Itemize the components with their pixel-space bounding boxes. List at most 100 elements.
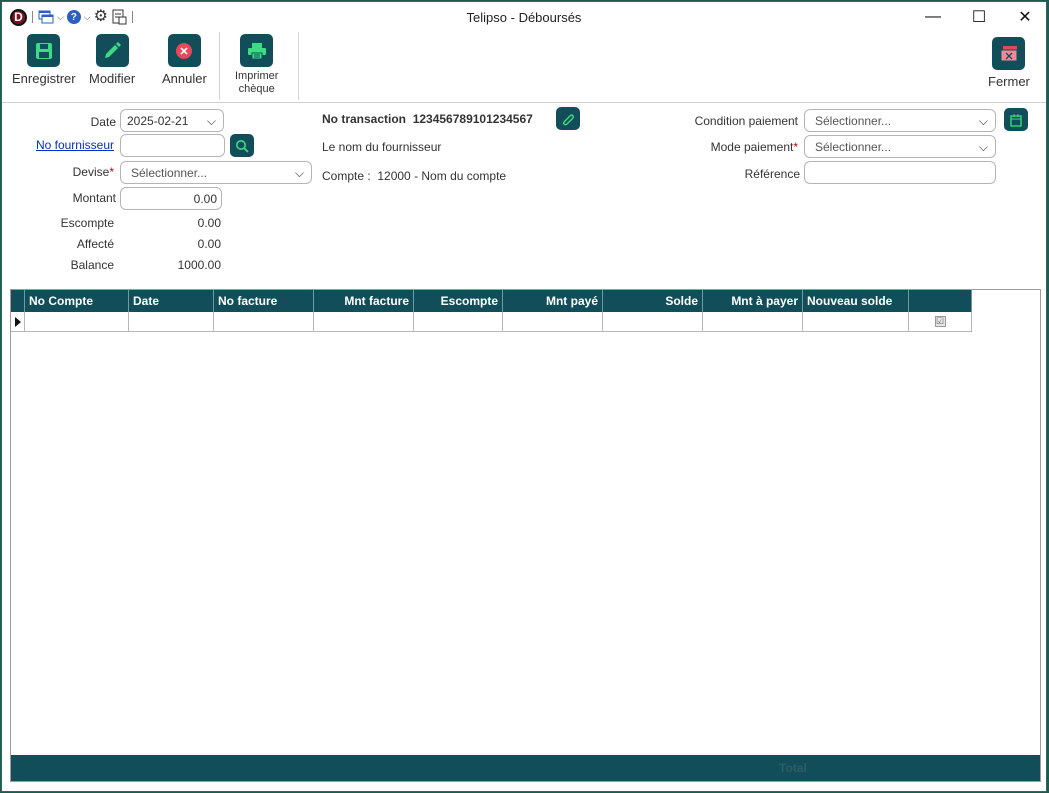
column-header[interactable]: No facture <box>214 290 314 312</box>
payment-terms-button[interactable] <box>1004 108 1028 131</box>
account-label: Compte : <box>322 169 371 183</box>
amount-input[interactable]: 0.00 <box>120 187 222 210</box>
grid-cell[interactable] <box>503 312 603 332</box>
app-window: D ⌵ ? ⌵ ⚙ Telipso - Déboursés — ☐ ✕ Enre… <box>1 1 1047 792</box>
grid-header: No Compte Date No facture Mnt facture Es… <box>11 290 972 312</box>
reference-input[interactable] <box>804 161 996 184</box>
currency-placeholder: Sélectionner... <box>131 166 208 180</box>
save-label: Enregistrer <box>12 71 76 86</box>
grid-cell[interactable] <box>803 312 909 332</box>
paperclip-icon <box>562 113 575 125</box>
applied-label: Affecté <box>76 237 114 251</box>
grid-cell[interactable] <box>314 312 414 332</box>
column-header[interactable]: Mnt facture <box>314 290 414 312</box>
payment-mode-label-text: Mode paiement <box>710 140 794 154</box>
cancel-icon <box>167 34 201 67</box>
grid-cell[interactable] <box>129 312 214 332</box>
reference-label: Référence <box>744 167 800 181</box>
date-picker[interactable]: 2025-02-21 ⌵ <box>120 109 224 132</box>
minimize-button[interactable]: — <box>910 2 956 32</box>
supplier-label[interactable]: No fournisseur <box>22 138 114 152</box>
printer-icon <box>240 34 274 67</box>
balance-label: Balance <box>70 258 114 272</box>
row-indicator-icon <box>11 312 25 332</box>
payment-terms-placeholder: Sélectionner... <box>815 114 892 128</box>
column-header[interactable]: Mnt à payer <box>703 290 803 312</box>
grid-cell[interactable] <box>214 312 314 332</box>
discount-value: 0.00 <box>197 216 221 230</box>
currency-label: Devise* <box>42 165 114 179</box>
payment-mode-placeholder: Sélectionner... <box>815 140 892 154</box>
print-cheque-label-line2: chèque <box>238 83 275 95</box>
ribbon-separator <box>298 32 299 100</box>
chevron-down-icon: ⌵ <box>978 140 988 154</box>
chevron-down-icon: ⌵ <box>978 114 988 128</box>
amount-label: Montant <box>72 191 116 205</box>
attach-button[interactable] <box>556 107 580 130</box>
payment-mode-label: Mode paiement* <box>662 140 798 154</box>
pencil-icon <box>95 34 129 67</box>
currency-label-text: Devise <box>72 165 110 179</box>
column-header[interactable]: Solde <box>603 290 703 312</box>
account-info: Compte : 12000 - Nom du compte <box>322 169 506 183</box>
column-header[interactable]: Mnt payé <box>503 290 603 312</box>
payment-mode-select[interactable]: Sélectionner... ⌵ <box>804 135 996 158</box>
discount-label: Escompte <box>60 216 114 230</box>
grid-cell[interactable] <box>703 312 803 332</box>
date-label: Date <box>90 115 116 129</box>
column-header[interactable]: Escompte <box>414 290 503 312</box>
grid-cell[interactable] <box>603 312 703 332</box>
print-cheque-label-line1: Imprimer <box>235 70 279 82</box>
row-checkbox-cell[interactable]: ☑ <box>909 312 972 332</box>
supplier-name: Le nom du fournisseur <box>322 140 442 154</box>
chevron-down-icon: ⌵ <box>206 114 216 128</box>
edit-button[interactable]: Modifier <box>89 34 135 86</box>
table-row[interactable]: ☑ <box>11 312 972 332</box>
total-label: Total <box>779 761 807 775</box>
cancel-label: Annuler <box>162 71 207 86</box>
chevron-down-icon: ⌵ <box>294 166 304 180</box>
transaction-value: 123456789101234567 <box>412 112 533 126</box>
cancel-button[interactable]: Annuler <box>162 34 207 86</box>
grid-footer: Total <box>11 755 1040 781</box>
edit-label: Modifier <box>89 71 136 86</box>
save-icon <box>27 34 61 67</box>
maximize-button[interactable]: ☐ <box>956 2 1002 32</box>
window-title: Telipso - Déboursés <box>466 10 582 25</box>
account-value: 12000 - Nom du compte <box>377 169 507 183</box>
transaction-label: No transaction <box>322 112 407 126</box>
balance-value: 1000.00 <box>177 258 221 272</box>
column-header[interactable]: Nouveau solde <box>803 290 909 312</box>
supplier-search-button[interactable] <box>230 134 254 157</box>
grid-cell[interactable] <box>414 312 503 332</box>
date-value: 2025-02-21 <box>127 114 189 128</box>
row-checkbox[interactable]: ☑ <box>934 316 946 327</box>
title-bar: D ⌵ ? ⌵ ⚙ Telipso - Déboursés — ☐ ✕ <box>2 2 1046 32</box>
close-window-button[interactable]: ✕ <box>1002 2 1046 32</box>
transaction-number: No transaction 123456789101234567 <box>322 112 533 126</box>
save-button[interactable]: Enregistrer <box>12 34 76 86</box>
column-header[interactable]: No Compte <box>25 290 129 312</box>
ribbon-separator <box>219 32 220 100</box>
search-icon <box>236 139 249 153</box>
applied-value: 0.00 <box>197 237 221 251</box>
currency-select[interactable]: Sélectionner... ⌵ <box>120 161 312 184</box>
grid-cell[interactable] <box>25 312 129 332</box>
print-cheque-label: Imprimer chèque <box>235 70 278 96</box>
column-header[interactable]: Date <box>129 290 214 312</box>
close-button[interactable]: Fermer <box>988 37 1030 89</box>
payment-terms-label: Condition paiement <box>694 114 798 128</box>
calendar-icon <box>1010 114 1022 127</box>
payment-terms-select[interactable]: Sélectionner... ⌵ <box>804 109 996 132</box>
ribbon-toolbar: Enregistrer Modifier Annuler Imprimer ch… <box>2 32 1046 103</box>
print-cheque-button[interactable]: Imprimer chèque <box>235 34 278 96</box>
column-header[interactable] <box>909 290 972 312</box>
required-mark: * <box>793 140 798 154</box>
row-indicator-header <box>11 290 25 312</box>
supplier-link[interactable]: No fournisseur <box>36 138 114 152</box>
invoice-grid: No Compte Date No facture Mnt facture Es… <box>10 289 1041 782</box>
close-label: Fermer <box>988 74 1030 89</box>
close-form-icon <box>992 37 1026 70</box>
required-mark: * <box>109 165 114 179</box>
supplier-input[interactable] <box>120 134 225 157</box>
